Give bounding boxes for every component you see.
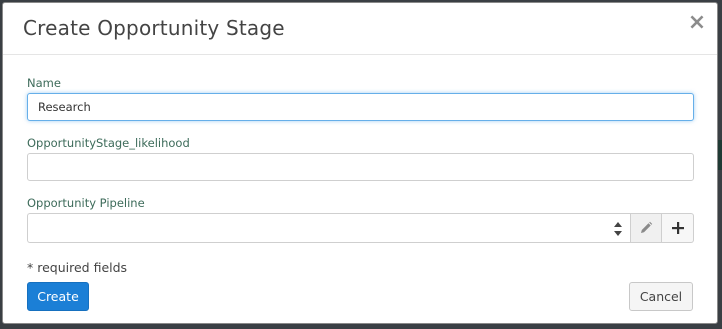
select-arrows-icon <box>614 222 622 236</box>
dialog-title: Create Opportunity Stage <box>23 16 285 40</box>
pencil-icon <box>641 221 653 233</box>
cancel-button[interactable]: Cancel <box>629 282 693 311</box>
required-fields-note: * required fields <box>27 260 128 275</box>
pipeline-select-group <box>27 213 694 243</box>
edit-pipeline-button[interactable] <box>630 213 662 243</box>
name-label: Name <box>27 76 61 90</box>
create-opportunity-stage-dialog: Create Opportunity Stage × Name Opportun… <box>2 2 718 324</box>
name-input[interactable] <box>27 93 694 121</box>
pipeline-select[interactable] <box>27 213 630 243</box>
dialog-header: Create Opportunity Stage × <box>3 3 717 55</box>
likelihood-label: OpportunityStage_likelihood <box>27 136 190 150</box>
close-icon[interactable]: × <box>687 12 707 36</box>
create-button[interactable]: Create <box>27 282 89 311</box>
pipeline-label: Opportunity Pipeline <box>27 196 145 210</box>
likelihood-input[interactable] <box>27 153 694 181</box>
add-pipeline-button[interactable] <box>662 213 694 243</box>
plus-icon <box>671 222 684 234</box>
